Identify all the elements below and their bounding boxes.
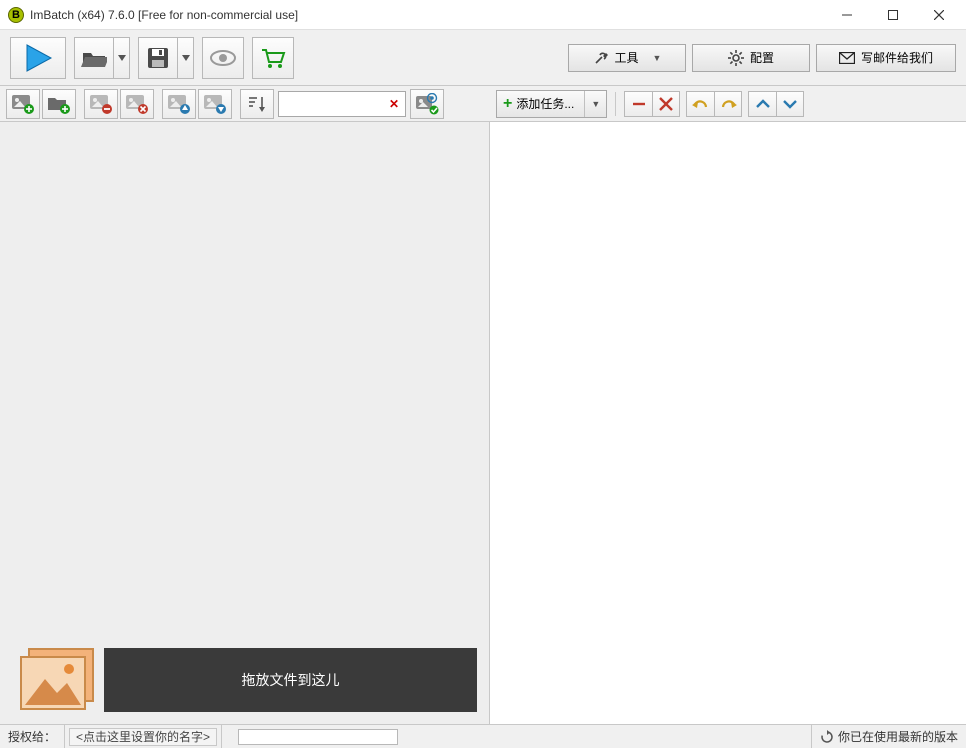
chevron-up-icon <box>755 98 771 110</box>
undo-button[interactable] <box>686 91 714 117</box>
save-split-button[interactable] <box>138 37 194 79</box>
clear-filter-icon[interactable]: ✕ <box>387 97 401 111</box>
image-add-icon <box>11 94 35 114</box>
undo-icon <box>692 97 710 111</box>
image-up-icon <box>167 94 191 114</box>
left-toolbar: ✕ <box>0 86 490 122</box>
tools-icon <box>593 50 609 66</box>
drop-hint-image <box>12 636 104 716</box>
window-title: ImBatch (x64) 7.6.0 [Free for non-commer… <box>30 8 824 22</box>
maximize-icon <box>888 10 898 20</box>
right-toolbar: + 添加任务... ▼ <box>490 86 966 122</box>
delete-task-button[interactable] <box>652 91 680 117</box>
image-up-button[interactable] <box>162 89 196 119</box>
picture-icon <box>15 637 101 715</box>
chevron-down-icon <box>782 98 798 110</box>
redo-button[interactable] <box>714 91 742 117</box>
image-gear-check-icon <box>415 93 439 115</box>
remove-image-button[interactable] <box>84 89 118 119</box>
filter-input[interactable] <box>283 94 387 114</box>
chevron-down-icon: ▼ <box>584 91 600 117</box>
save-button[interactable] <box>138 37 178 79</box>
content-area: 拖放文件到这儿 <box>0 122 966 724</box>
refresh-icon <box>820 730 834 744</box>
close-icon <box>934 10 944 20</box>
app-icon: B <box>8 7 24 23</box>
tools-label: 工具 <box>615 49 639 66</box>
sort-button[interactable] <box>240 89 274 119</box>
folder-open-icon <box>81 47 107 69</box>
tools-menu-button[interactable]: 工具 ▼ <box>568 44 686 72</box>
remove-task-button[interactable] <box>624 91 652 117</box>
add-task-label: 添加任务... <box>516 95 574 112</box>
maximize-button[interactable] <box>870 0 916 30</box>
mail-icon <box>839 52 855 64</box>
run-button[interactable] <box>10 37 66 79</box>
open-dropdown[interactable] <box>114 37 130 79</box>
chevron-down-icon <box>118 55 126 61</box>
apply-filter-button[interactable] <box>410 89 444 119</box>
chevron-down-icon: ▼ <box>653 53 662 63</box>
license-label-cell: 授权给： <box>0 725 65 748</box>
clear-images-button[interactable] <box>120 89 154 119</box>
license-name-cell: <点击这里设置你的名字> <box>65 725 222 748</box>
x-icon <box>659 97 673 111</box>
licensed-to-label: 授权给： <box>8 728 56 745</box>
secondary-toolbar: ✕ + 添加任务... ▼ <box>0 86 966 122</box>
move-down-button[interactable] <box>776 91 804 117</box>
filter-box[interactable]: ✕ <box>278 91 406 117</box>
titlebar: B ImBatch (x64) 7.6.0 [Free for non-comm… <box>0 0 966 30</box>
task-list-canvas[interactable] <box>490 122 966 724</box>
add-task-button[interactable]: + 添加任务... ▼ <box>496 90 607 118</box>
status-bar: 授权给： <点击这里设置你的名字> 你已在使用最新的版本 <box>0 724 966 748</box>
drop-hint-text: 拖放文件到这儿 <box>104 648 477 712</box>
add-folder-button[interactable] <box>42 89 76 119</box>
move-up-button[interactable] <box>748 91 776 117</box>
progress-cell <box>222 725 812 748</box>
image-clear-icon <box>125 94 149 114</box>
config-label: 配置 <box>750 49 774 66</box>
set-name-link[interactable]: <点击这里设置你的名字> <box>69 728 217 746</box>
minimize-button[interactable] <box>824 0 870 30</box>
config-button[interactable]: 配置 <box>692 44 810 72</box>
play-icon <box>23 43 53 73</box>
separator <box>615 92 616 116</box>
main-toolbar: 工具 ▼ 配置 写邮件给我们 <box>0 30 966 86</box>
version-cell: 你已在使用最新的版本 <box>812 725 966 748</box>
open-split-button[interactable] <box>74 37 130 79</box>
store-button[interactable] <box>252 37 294 79</box>
version-status-text: 你已在使用最新的版本 <box>838 728 958 745</box>
task-list-pane[interactable] <box>490 122 966 724</box>
open-button[interactable] <box>74 37 114 79</box>
save-dropdown[interactable] <box>178 37 194 79</box>
eye-icon <box>209 49 237 67</box>
save-icon <box>146 46 170 70</box>
folder-add-icon <box>47 94 71 114</box>
progress-bar <box>238 729 398 745</box>
email-label: 写邮件给我们 <box>861 49 933 66</box>
image-down-button[interactable] <box>198 89 232 119</box>
close-button[interactable] <box>916 0 962 30</box>
add-image-button[interactable] <box>6 89 40 119</box>
preview-button[interactable] <box>202 37 244 79</box>
image-list-canvas[interactable] <box>0 122 489 724</box>
gear-icon <box>728 50 744 66</box>
sort-icon <box>247 95 267 113</box>
cart-icon <box>260 47 286 69</box>
email-us-button[interactable]: 写邮件给我们 <box>816 44 956 72</box>
minus-icon <box>631 96 647 112</box>
image-down-icon <box>203 94 227 114</box>
image-list-pane[interactable]: 拖放文件到这儿 <box>0 122 490 724</box>
redo-icon <box>719 97 737 111</box>
drop-hint-banner: 拖放文件到这儿 <box>12 648 477 712</box>
plus-icon: + <box>503 95 512 113</box>
chevron-down-icon <box>182 55 190 61</box>
image-remove-icon <box>89 94 113 114</box>
minimize-icon <box>842 10 852 20</box>
